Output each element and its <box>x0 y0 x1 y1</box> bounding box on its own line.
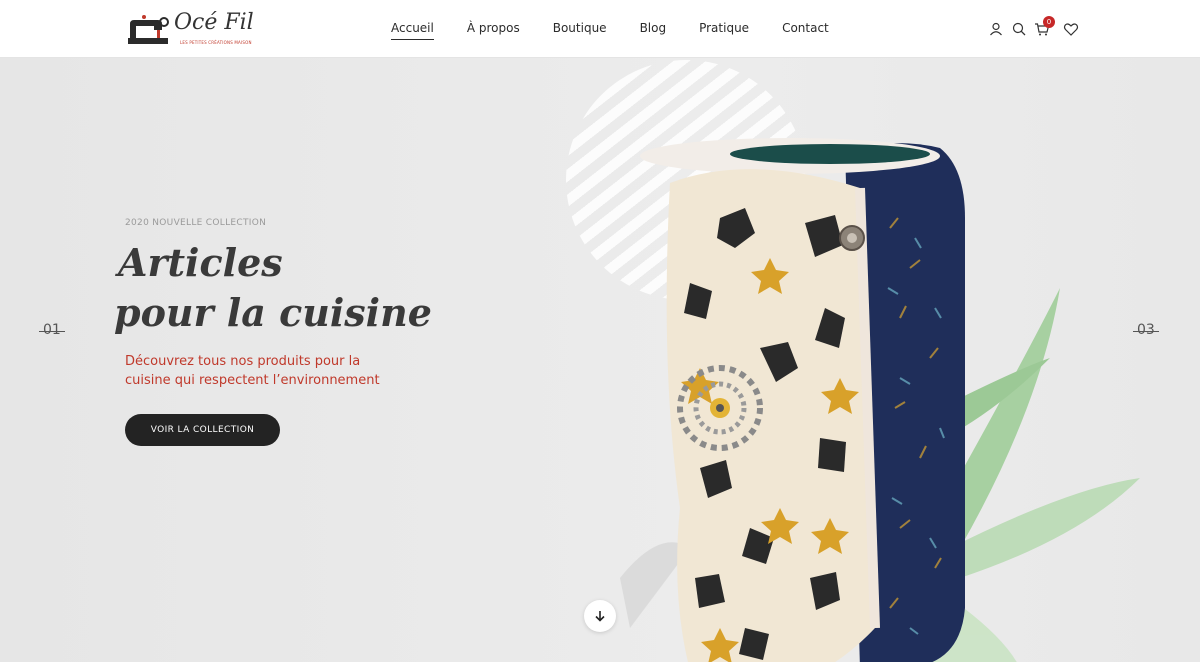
slide-next-number[interactable]: 03 <box>1133 322 1159 338</box>
site-logo[interactable]: Océ Fil LES PETITES CRÉATIONS MAISON <box>124 10 258 48</box>
nav-item-contact[interactable]: Contact <box>782 20 829 40</box>
search-icon[interactable] <box>1011 21 1027 37</box>
logo-tagline: LES PETITES CRÉATIONS MAISON <box>180 40 252 45</box>
logo-wordmark: Océ Fil <box>174 10 254 35</box>
sewing-machine-icon <box>128 15 169 44</box>
nav-item-blog[interactable]: Blog <box>640 20 667 40</box>
scroll-down-button[interactable] <box>584 600 616 632</box>
cart-icon[interactable]: 0 <box>1034 16 1055 37</box>
nav-item-pratique[interactable]: Pratique <box>699 20 749 40</box>
nav-item-boutique[interactable]: Boutique <box>553 20 607 40</box>
main-nav: Accueil À propos Boutique Blog Pratique … <box>391 20 829 40</box>
hero-title-line2: pour la cuisine <box>114 290 432 335</box>
hero-title-line1: Articles <box>118 240 283 285</box>
arrow-down-icon <box>595 611 605 622</box>
site-header: Océ Fil LES PETITES CRÉATIONS MAISON Acc… <box>0 0 1200 58</box>
hero-title: Articles pour la cuisine <box>114 238 538 338</box>
cart-count-badge: 0 <box>1043 16 1055 28</box>
hero-eyebrow: 2020 NOUVELLE COLLECTION <box>125 218 267 228</box>
slide-prev-number[interactable]: 01 <box>39 322 65 338</box>
user-icon[interactable] <box>988 21 1004 37</box>
nav-item-accueil[interactable]: Accueil <box>391 20 434 40</box>
hero-slider: 01 03 2020 NOUVELLE COLLECTION Articles … <box>0 58 1200 662</box>
header-icons: 0 <box>988 16 1086 38</box>
view-collection-button[interactable]: VOIR LA COLLECTION <box>125 414 280 446</box>
heart-icon[interactable] <box>1063 21 1079 37</box>
product-image <box>620 138 1140 662</box>
nav-item-a-propos[interactable]: À propos <box>467 20 520 40</box>
hero-subtitle: Découvrez tous nos produits pour la cuis… <box>125 354 380 388</box>
